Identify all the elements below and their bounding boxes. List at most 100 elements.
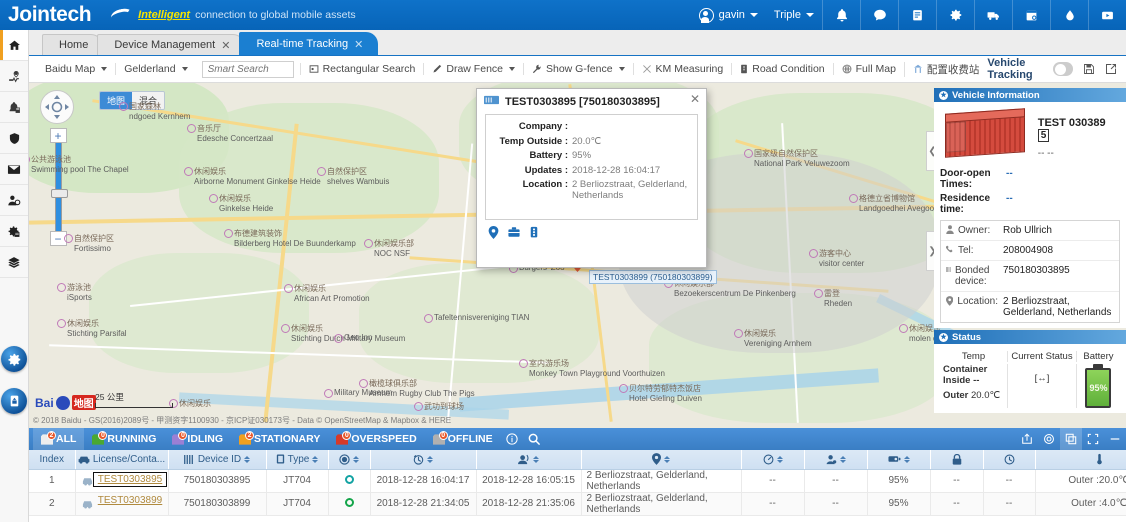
filter-overspeed[interactable]: 0 OVERSPEED	[328, 428, 424, 450]
report-icon[interactable]	[1012, 0, 1050, 30]
th-time-gps[interactable]	[370, 450, 476, 469]
droplet-icon[interactable]	[1050, 0, 1088, 30]
rectangular-search-button[interactable]: Rectangular Search	[300, 63, 424, 75]
th-license[interactable]: License/Conta...	[75, 450, 168, 469]
sort-toggle[interactable]	[312, 456, 318, 463]
row-vehicle-icon	[82, 475, 93, 489]
cell-license[interactable]: TEST0303899	[75, 492, 168, 515]
tab-strip: Home Device Management ✕ Real-time Track…	[29, 30, 1126, 56]
sort-toggle[interactable]	[664, 456, 670, 463]
search-icon[interactable]	[523, 428, 545, 450]
th-history[interactable]	[983, 450, 1035, 469]
th-battery[interactable]	[867, 450, 930, 469]
sidebar-item-mail[interactable]	[0, 154, 28, 185]
brand-logo[interactable]: Jointech	[0, 3, 91, 27]
chat-icon[interactable]	[860, 0, 898, 30]
sidebar-item-tracking[interactable]	[0, 61, 28, 92]
map-label: 室内游乐场Monkey Town Playground Voorthuizen	[529, 358, 665, 378]
filter-stationary[interactable]: 2 STATIONARY	[231, 428, 328, 450]
save-icon[interactable]	[1083, 63, 1095, 75]
th-time-received[interactable]	[476, 450, 581, 469]
vehicle-tracking-label: Vehicle Tracking	[987, 57, 1043, 81]
sort-toggle[interactable]	[904, 456, 910, 463]
table-row[interactable]: 1 TEST0303895 750180303895 JT704 2018-12…	[29, 469, 1126, 492]
briefcase-icon[interactable]	[508, 226, 520, 242]
th-index[interactable]: Index	[29, 450, 75, 469]
cell-license[interactable]: TEST0303895	[75, 469, 168, 492]
zoom-slider-thumb[interactable]	[51, 189, 68, 198]
region-dropdown[interactable]: Gelderland	[115, 63, 195, 75]
map-marker-label[interactable]: TEST0303899 (750180303899)	[589, 270, 717, 284]
th-location[interactable]	[581, 450, 741, 469]
table-toolbar	[1016, 428, 1126, 450]
sort-toggle[interactable]	[427, 456, 433, 463]
sidebar-item-layers[interactable]	[0, 247, 28, 278]
settings-blob-button[interactable]	[0, 338, 28, 380]
device-blob-button[interactable]	[0, 380, 28, 422]
tab-device-management[interactable]: Device Management ✕	[97, 34, 245, 55]
baidu-logo-badge: 地图	[72, 395, 96, 410]
vehicle-tracking-toggle[interactable]	[1053, 62, 1072, 76]
th-lock[interactable]	[930, 450, 983, 469]
sidebar-item-settings[interactable]	[0, 216, 28, 247]
filter-idling[interactable]: 0 IDLING	[164, 428, 231, 450]
sort-toggle[interactable]	[840, 456, 846, 463]
user-menu[interactable]: gavin	[691, 0, 766, 30]
th-temp[interactable]	[1035, 450, 1126, 469]
th-type[interactable]: Type	[266, 450, 328, 469]
zoom-in-button[interactable]: +	[50, 128, 67, 143]
minimize-icon[interactable]	[1104, 428, 1126, 450]
road-condition-button[interactable]: Road Condition	[731, 63, 832, 75]
th-status[interactable]	[328, 450, 370, 469]
sidebar-item-security[interactable]	[0, 123, 28, 154]
filter-offline[interactable]: 0 OFFLINE	[425, 428, 501, 450]
map-provider-dropdown[interactable]: Baidu Map	[37, 63, 115, 75]
map-label: Tafeltennisvereniging TIAN	[434, 313, 529, 322]
license-link[interactable]: TEST0303899	[98, 495, 163, 506]
tab-home[interactable]: Home	[42, 34, 103, 55]
bell-icon[interactable]	[822, 0, 860, 30]
filter-all[interactable]: 2 ALL	[33, 428, 84, 450]
sidebar-item-alarm[interactable]	[0, 92, 28, 123]
popup-title: TEST0303895 [750180303895]	[505, 96, 660, 108]
chevron-down-icon	[101, 67, 107, 71]
sort-toggle[interactable]	[353, 456, 359, 463]
table-row[interactable]: 2 TEST0303899 750180303899 JT704 2018-12…	[29, 492, 1126, 515]
export-icon[interactable]	[1016, 428, 1038, 450]
tab-real-time-tracking[interactable]: Real-time Tracking ✕	[239, 32, 378, 55]
license-link[interactable]: TEST0303895	[98, 474, 163, 485]
org-menu[interactable]: Triple	[766, 0, 822, 30]
close-icon[interactable]: ✕	[221, 39, 230, 52]
info-icon[interactable]	[501, 428, 523, 450]
expand-icon[interactable]	[1082, 428, 1104, 450]
sort-toggle[interactable]	[533, 456, 539, 463]
draw-fence-button[interactable]: Draw Fence	[423, 63, 523, 75]
zoom-control[interactable]: + −	[50, 128, 67, 246]
popout-icon[interactable]	[1105, 63, 1117, 75]
truck-icon[interactable]	[974, 0, 1012, 30]
sidebar-item-home[interactable]	[0, 30, 28, 61]
close-icon[interactable]: ✕	[354, 38, 363, 51]
search-input[interactable]	[202, 61, 294, 78]
pan-control[interactable]	[40, 90, 74, 124]
km-measuring-button[interactable]: KM Measuring	[633, 63, 732, 75]
clipboard-icon[interactable]	[898, 0, 936, 30]
traffic-light-icon[interactable]	[529, 226, 539, 242]
location-pin-icon[interactable]	[488, 226, 499, 242]
toll-station-button[interactable]: 配置收费站	[904, 62, 988, 77]
video-icon[interactable]	[1088, 0, 1126, 30]
th-speed[interactable]	[741, 450, 804, 469]
show-gfence-button[interactable]: Show G-fence	[523, 63, 633, 75]
th-device-id[interactable]: Device ID	[168, 450, 266, 469]
copy-icon[interactable]	[1060, 428, 1082, 450]
filter-running[interactable]: 0 RUNNING	[84, 428, 164, 450]
full-map-button[interactable]: Full Map	[833, 63, 904, 75]
sort-toggle[interactable]	[244, 456, 250, 463]
settings-icon[interactable]	[1038, 428, 1060, 450]
road-condition-label: Road Condition	[752, 63, 824, 75]
sidebar-item-user-config[interactable]	[0, 185, 28, 216]
th-gps[interactable]	[804, 450, 867, 469]
close-icon[interactable]: ✕	[690, 93, 700, 105]
sort-toggle[interactable]	[777, 456, 783, 463]
gear-icon[interactable]	[936, 0, 974, 30]
